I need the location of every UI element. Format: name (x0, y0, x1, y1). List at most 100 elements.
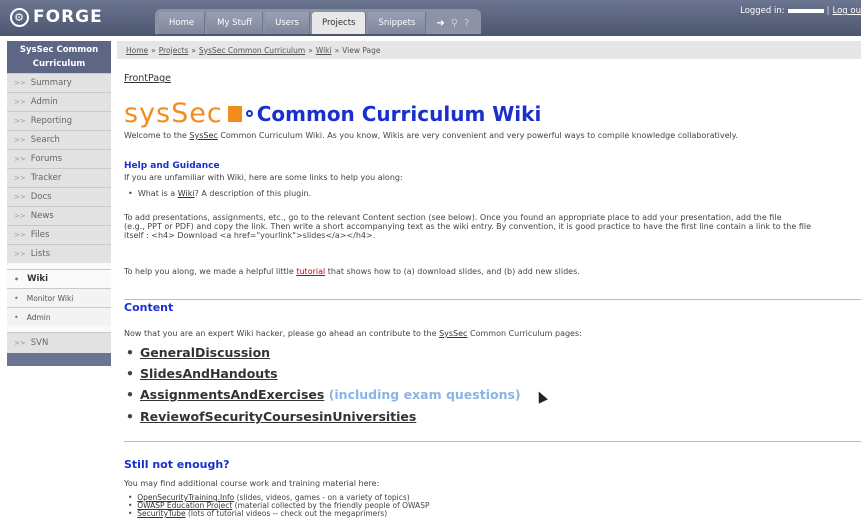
sidebar-item-news[interactable]: >> News (7, 206, 111, 225)
sidebar-item-label: Files (30, 230, 50, 240)
chevron-right-icon: >> (14, 98, 26, 106)
frontpage-link[interactable]: FrontPage (124, 73, 171, 84)
gear-icon: ⚙ (10, 7, 29, 27)
securitytube-link[interactable]: SecurityTube (137, 509, 185, 518)
syssec-link[interactable]: SysSec (439, 329, 467, 338)
divider (124, 441, 861, 442)
bullet-icon: • (126, 387, 134, 402)
content-item: • SlidesAndHandouts (126, 366, 278, 381)
sidebar-item-label: Docs (30, 192, 52, 202)
chevron-right-icon: >> (14, 250, 26, 258)
bullet-icon: • (126, 409, 134, 424)
help-intro: If you are unfamiliar with Wiki, here ar… (124, 173, 403, 182)
tab-snippets[interactable]: Snippets (368, 12, 427, 34)
tutorial-post: that shows how to (a) download slides, a… (325, 267, 580, 276)
bullet-icon: • (126, 345, 134, 360)
content-heading: Content (124, 301, 174, 314)
sidebar: SysSec Common Curriculum >> Summary >> Adm… (7, 41, 111, 366)
general-discussion-link[interactable]: GeneralDiscussion (140, 345, 270, 360)
chevron-right-icon: >> (14, 136, 26, 144)
sidebar-item-label: Admin (26, 312, 51, 322)
sidebar-item-files[interactable]: >> Files (7, 225, 111, 244)
sidebar-item-label: Summary (30, 78, 72, 88)
slides-handouts-link[interactable]: SlidesAndHandouts (140, 366, 278, 381)
sidebar-item-wiki-admin[interactable]: • Admin (7, 307, 111, 326)
top-bar: ⚙ FORGE Home My Stuff Users Projects Sni… (0, 0, 861, 36)
welcome-post: Common Curriculum Wiki. As you know, Wik… (217, 131, 738, 140)
breadcrumb-separator: » (308, 45, 313, 55)
breadcrumb-wiki[interactable]: Wiki (316, 46, 332, 55)
chevron-right-icon: >> (14, 174, 26, 182)
chevron-right-icon: >> (14, 231, 26, 239)
tutorial-link[interactable]: tutorial (296, 267, 325, 276)
logout-link[interactable]: Log ou (833, 6, 861, 16)
tab-my-stuff[interactable]: My Stuff (207, 12, 264, 34)
pointer-cursor-icon (534, 389, 548, 404)
sidebar-item-label: Reporting (30, 116, 73, 126)
chevron-right-icon: >> (14, 193, 26, 201)
sidebar-item-forums[interactable]: >> Forums (7, 149, 111, 168)
sidebar-item-label: Tracker (30, 173, 62, 183)
sidebar-item-label: Admin (30, 97, 58, 107)
help-icon[interactable]: ? (464, 18, 469, 29)
search-icon[interactable]: ⚲ (451, 18, 458, 29)
title-bullet-icon (245, 110, 253, 117)
tab-home[interactable]: Home (159, 12, 206, 34)
breadcrumb-separator: » (191, 45, 196, 55)
sidebar-item-monitor-wiki[interactable]: • Monitor Wiki (7, 288, 111, 307)
sidebar-item-search[interactable]: >> Search (7, 130, 111, 149)
syssec-link[interactable]: SysSec (189, 131, 217, 140)
sidebar-item-svn[interactable]: >> SVN (7, 332, 111, 353)
sidebar-item-wiki[interactable]: • Wiki (7, 269, 111, 288)
username-redacted (787, 9, 824, 13)
login-separator: | (826, 6, 830, 16)
sidebar-item-lists[interactable]: >> Lists (7, 244, 111, 263)
chevron-right-icon: >> (14, 117, 26, 125)
sidebar-item-label: Lists (30, 249, 51, 259)
help-heading: Help and Guidance (124, 161, 220, 171)
tab-projects[interactable]: Projects (311, 12, 367, 34)
main-tabs: Home My Stuff Users Projects Snippets ➜ … (155, 9, 482, 34)
chevron-right-icon: >> (14, 155, 26, 163)
forge-logo[interactable]: ⚙ FORGE (10, 7, 103, 27)
sidebar-item-label: Search (30, 135, 60, 145)
syssec-logo-square-icon (227, 105, 242, 122)
review-courses-link[interactable]: ReviewofSecurityCoursesinUniversities (140, 409, 416, 424)
bullet-icon: • (14, 293, 19, 303)
breadcrumb-projects[interactable]: Projects (159, 46, 189, 55)
content-intro-pre: Now that you are an expert Wiki hacker, … (124, 329, 440, 338)
chevron-right-icon: >> (14, 212, 26, 220)
help-list-item: • What is a Wiki? A description of this … (128, 189, 312, 198)
breadcrumb-home[interactable]: Home (126, 46, 148, 55)
tab-users[interactable]: Users (265, 12, 310, 34)
breadcrumb-separator: » (334, 45, 340, 55)
wiki-link[interactable]: Wiki (178, 189, 195, 198)
breadcrumb-separator: » (151, 45, 156, 55)
sidebar-item-tracker[interactable]: >> Tracker (7, 168, 111, 187)
sidebar-item-reporting[interactable]: >> Reporting (7, 111, 111, 130)
assignments-exercises-link[interactable]: AssignmentsAndExercises (140, 387, 324, 402)
breadcrumb-project[interactable]: SysSec Common Curriculum (199, 46, 305, 55)
sidebar-item-label: Wiki (27, 274, 48, 284)
sidebar-item-docs[interactable]: >> Docs (7, 187, 111, 206)
breadcrumb: Home » Projects » SysSec Common Curricul… (117, 41, 861, 59)
sidebar-item-label: SVN (30, 338, 49, 348)
content-intro: Now that you are an expert Wiki hacker, … (124, 329, 582, 339)
welcome-text: Welcome to the SysSec Common Curriculum … (124, 131, 738, 141)
chevron-right-icon: >> (14, 79, 26, 87)
more-list-item: • SecurityTube (lots of tutorial videos … (128, 509, 388, 518)
more-intro: You may find additional course work and … (124, 479, 380, 488)
login-arrow-icon[interactable]: ➜ (436, 18, 444, 29)
sidebar-item-summary[interactable]: >> Summary (7, 73, 111, 92)
breadcrumb-current: View Page (342, 45, 381, 55)
content-item: • AssignmentsAndExercises (including exam… (126, 387, 521, 402)
exam-note: (including exam questions) (328, 387, 521, 402)
login-label: Logged in: (740, 6, 785, 16)
brand-name: FORGE (33, 7, 103, 27)
sidebar-item-label: News (30, 211, 54, 221)
welcome-pre: Welcome to the (124, 131, 190, 140)
syssec-logo: sysSec (124, 100, 223, 127)
sidebar-item-admin[interactable]: >> Admin (7, 92, 111, 111)
tutorial-pre: To help you along, we made a helpful lit… (124, 267, 297, 276)
sidebar-item-label: Monitor Wiki (26, 293, 74, 303)
